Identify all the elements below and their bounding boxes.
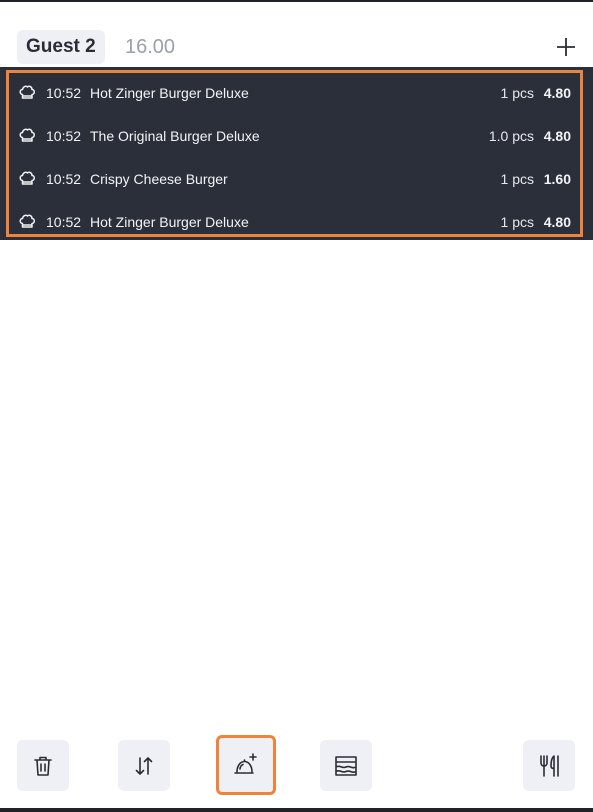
guest-total: 16.00 [125,36,176,58]
sort-button[interactable] [118,740,170,791]
fork-knife-icon [540,754,559,777]
order-time: 10:52 [46,213,82,230]
order-item-name: Crispy Cheese Burger [90,170,228,187]
add-guest-button[interactable] [553,34,579,60]
cloche-add-icon [234,753,257,774]
sort-arrows-icon [135,756,153,775]
order-item-name: Hot Zinger Burger Deluxe [90,84,249,101]
guest-label: Guest 2 [26,36,96,57]
order-price: 4.80 [543,127,571,144]
order-price: 4.80 [543,213,571,230]
guest-tab[interactable]: Guest 2 [17,30,105,64]
order-time: 10:52 [46,127,82,144]
guest-header: Guest 2 16.00 [0,28,593,68]
order-row[interactable]: 10:52 Hot Zinger Burger Deluxe 1 pcs 4.8… [0,71,593,114]
plus-icon [557,38,575,56]
delete-button[interactable] [17,740,69,791]
order-row[interactable]: 10:52 Crispy Cheese Burger 1 pcs 1.60 [0,157,593,200]
order-quantity: 1.0 pcs [488,127,534,144]
order-time: 10:52 [46,84,82,101]
trash-icon [34,756,52,776]
chef-hat-icon [19,128,35,142]
order-row[interactable]: 10:52 Hot Zinger Burger Deluxe 1 pcs 4.8… [0,200,593,243]
bottom-border [0,808,593,812]
chef-hat-icon [19,214,35,228]
order-item-name: Hot Zinger Burger Deluxe [90,213,249,230]
order-quantity: 1 pcs [500,213,534,230]
order-quantity: 1 pcs [500,84,534,101]
serve-button[interactable] [523,740,575,791]
order-item-name: The Original Burger Deluxe [90,127,260,144]
order-price: 1.60 [543,170,571,187]
chef-hat-icon [19,171,35,185]
layers-icon [335,755,357,776]
add-course-button[interactable] [216,735,276,795]
split-button[interactable] [320,740,372,791]
chef-hat-icon [19,85,35,99]
top-border [0,0,593,2]
order-price: 4.80 [543,84,571,101]
order-list: 10:52 Hot Zinger Burger Deluxe 1 pcs 4.8… [0,67,593,240]
order-row[interactable]: 10:52 The Original Burger Deluxe 1.0 pcs… [0,114,593,157]
order-quantity: 1 pcs [500,170,534,187]
order-time: 10:52 [46,170,82,187]
